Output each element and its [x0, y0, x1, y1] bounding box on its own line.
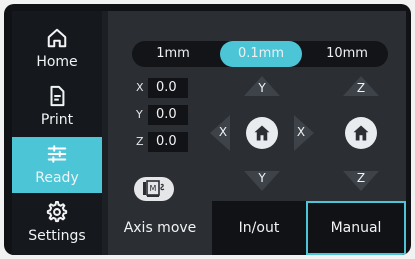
x-minus-button[interactable]: X	[208, 113, 232, 153]
sidebar-item-label: Settings	[28, 228, 86, 244]
y-minus-button[interactable]: Y	[242, 169, 282, 193]
x-axis-label: X	[136, 81, 144, 94]
tab-in-out[interactable]: In/out	[212, 201, 306, 255]
z-axis-label: Z	[136, 135, 144, 148]
sliders-icon	[47, 145, 67, 163]
y-plus-button[interactable]: Y	[242, 74, 282, 98]
motor-off-button[interactable]: M	[134, 177, 174, 201]
device-screen-frame: Home Print Ready Settings 1mm 0.1mm 10mm…	[4, 4, 411, 255]
distance-option-1mm[interactable]: 1mm	[132, 41, 214, 67]
z-position-value: 0.0	[148, 132, 188, 152]
sidebar-item-label: Home	[36, 54, 78, 70]
home-icon	[47, 28, 67, 48]
distance-selector: 1mm 0.1mm 10mm	[132, 41, 388, 67]
home-icon	[353, 125, 369, 141]
main-panel: 1mm 0.1mm 10mm X 0.0 Y 0.0 Z 0.0 Y Y X X…	[108, 11, 406, 255]
home-z-button[interactable]	[345, 117, 377, 149]
sidebar-item-print[interactable]: Print	[12, 79, 102, 135]
y-position-value: 0.0	[148, 105, 188, 125]
x-plus-button[interactable]: X	[292, 113, 316, 153]
motor-off-icon: M	[143, 180, 165, 197]
gear-icon	[46, 201, 68, 223]
y-axis-label: Y	[136, 108, 143, 121]
tab-manual[interactable]: Manual	[306, 201, 406, 255]
home-xy-button[interactable]	[246, 117, 278, 149]
x-position-value: 0.0	[148, 78, 188, 98]
z-minus-button[interactable]: Z	[341, 169, 381, 193]
home-icon	[254, 125, 270, 141]
sidebar-item-label: Ready	[35, 170, 79, 186]
file-icon	[50, 85, 65, 107]
sidebar: Home Print Ready Settings	[12, 11, 102, 255]
sidebar-item-home[interactable]: Home	[12, 21, 102, 77]
sidebar-item-label: Print	[40, 112, 74, 128]
z-plus-button[interactable]: Z	[341, 74, 381, 98]
sidebar-item-settings[interactable]: Settings	[12, 195, 102, 251]
screen: Home Print Ready Settings 1mm 0.1mm 10mm…	[12, 11, 406, 255]
sidebar-item-ready[interactable]: Ready	[12, 137, 102, 193]
motor-badge: M	[150, 184, 157, 193]
distance-option-10mm[interactable]: 10mm	[306, 41, 388, 67]
bottom-tab-bar: Axis move In/out Manual	[108, 201, 406, 255]
distance-option-0.1mm[interactable]: 0.1mm	[220, 41, 302, 67]
axis-move-title: Axis move	[108, 201, 212, 255]
